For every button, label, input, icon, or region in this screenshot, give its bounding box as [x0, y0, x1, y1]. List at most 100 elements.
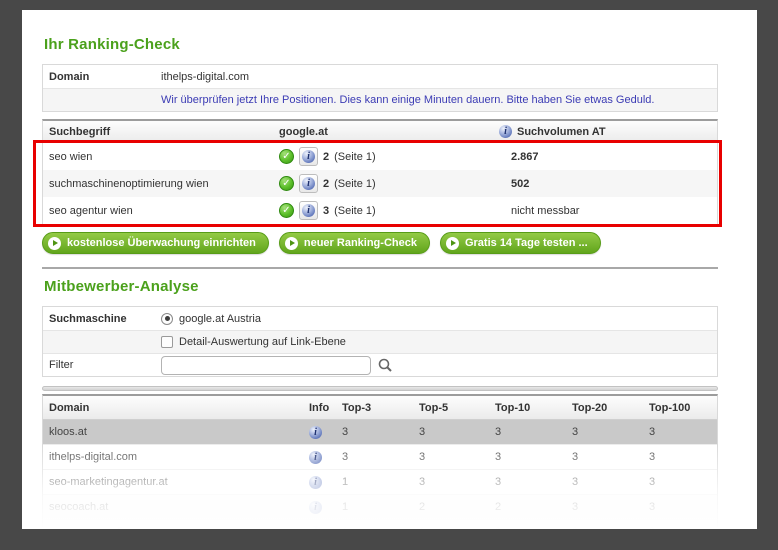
- ranking-rows: seo wien ✓ i 2 (Seite 1) 2.867 suchmasch…: [33, 140, 722, 227]
- position-page: (Seite 1): [334, 150, 376, 163]
- filter-input[interactable]: [161, 355, 371, 375]
- top3-cell: 3: [342, 426, 349, 438]
- info-icon[interactable]: i: [499, 125, 512, 138]
- status-message: Wir überprüfen jetzt Ihre Positionen. Di…: [161, 94, 655, 106]
- table-row: kloos.at i 3 3 3 3 3: [43, 420, 717, 445]
- header-suchvolumen: i Suchvolumen AT: [493, 125, 717, 138]
- top3-cell: 1: [342, 476, 349, 488]
- header-info: Info: [309, 401, 330, 414]
- header-top5: Top-5: [419, 401, 449, 414]
- top10-cell: 3: [495, 451, 502, 463]
- play-icon: [48, 236, 61, 250]
- horizontal-scrollbar[interactable]: [42, 386, 718, 391]
- table-row: suchmaschinenoptimierung wien ✓ i 2 (Sei…: [43, 170, 717, 197]
- info-icon[interactable]: i: [309, 475, 322, 489]
- search-engine-row: Suchmaschine google.at Austria: [43, 307, 717, 330]
- header-google-at: google.at: [279, 125, 328, 138]
- header-top20: Top-20: [572, 401, 608, 414]
- button-label: Gratis 14 Tage testen ...: [464, 237, 588, 249]
- top10-cell: 3: [495, 426, 502, 438]
- top3-cell: 1: [342, 501, 349, 513]
- play-icon: [284, 236, 298, 250]
- top20-cell: 3: [572, 476, 579, 488]
- detail-analysis-checkbox-label: Detail-Auswertung auf Link-Ebene: [179, 336, 346, 348]
- competitor-analysis-title: Mitbewerber-Analyse: [44, 278, 199, 295]
- ranking-check-title: Ihr Ranking-Check: [44, 36, 180, 53]
- header-top100: Top-100: [649, 401, 691, 414]
- main-panel: Ihr Ranking-Check Domain ithelps-digital…: [22, 10, 757, 529]
- position-cell: ✓ i 2 (Seite 1): [273, 147, 493, 166]
- info-button[interactable]: i: [299, 147, 318, 166]
- top5-cell: 3: [419, 476, 426, 488]
- top20-cell: 3: [572, 451, 579, 463]
- info-icon: i: [302, 150, 315, 163]
- top10-cell: 2: [495, 501, 502, 513]
- filter-label: Filter: [49, 359, 74, 371]
- detail-analysis-checkbox[interactable]: [161, 336, 173, 348]
- position-page: (Seite 1): [334, 177, 376, 190]
- top100-cell: 3: [649, 451, 656, 463]
- competitor-filter-form: Suchmaschine google.at Austria Detail-Au…: [42, 306, 718, 377]
- keyword-cell: suchmaschinenoptimierung wien: [49, 177, 209, 190]
- domain-cell: seo-marketingagentur.at: [49, 476, 168, 488]
- top3-cell: 1: [338, 526, 415, 529]
- free-trial-button[interactable]: Gratis 14 Tage testen ...: [439, 232, 601, 254]
- table-row: seo agentur wien ✓ i 3 (Seite 1) nicht m…: [43, 197, 717, 224]
- info-icon[interactable]: i: [309, 500, 322, 514]
- position-value: 2: [323, 177, 330, 190]
- header-top3: Top-3: [342, 401, 372, 414]
- domain-value: ithelps-digital.com: [161, 70, 250, 83]
- top100-cell: 3: [649, 476, 656, 488]
- page-background: { "colors": { "accent_green": "#4ba11c",…: [0, 0, 778, 550]
- info-button[interactable]: i: [299, 174, 318, 193]
- domain-cell: seocoach.at: [49, 501, 109, 513]
- volume-cell: 502: [511, 177, 530, 190]
- top3-cell: 3: [342, 451, 349, 463]
- top100-cell: 3: [645, 526, 717, 529]
- keyword-cell: seo agentur wien: [49, 204, 133, 217]
- play-icon: [445, 236, 459, 250]
- domain-row: Domain ithelps-digital.com: [43, 65, 717, 88]
- position-cell: ✓ i 3 (Seite 1): [273, 201, 493, 220]
- ranking-table-header: Suchbegriff google.at i Suchvolumen AT: [43, 121, 717, 143]
- table-row: evergreenmedia.at i 1 1 3 3 3: [43, 520, 717, 529]
- info-icon[interactable]: i: [309, 425, 322, 439]
- monitoring-setup-button[interactable]: kostenlose Überwachung einrichten: [42, 232, 269, 254]
- info-icon[interactable]: i: [309, 525, 322, 529]
- top20-cell: 3: [572, 426, 579, 438]
- domain-cell: kloos.at: [49, 426, 87, 438]
- top20-cell: 3: [572, 501, 579, 513]
- volume-cell: nicht messbar: [511, 204, 580, 217]
- position-page: (Seite 1): [334, 204, 376, 217]
- top10-cell: 3: [495, 476, 502, 488]
- volume-cell: 2.867: [511, 150, 539, 163]
- table-row: ithelps-digital.com i 3 3 3 3 3: [43, 445, 717, 470]
- table-row: seo-marketingagentur.at i 1 3 3 3 3: [43, 470, 717, 495]
- info-icon: i: [302, 177, 315, 190]
- header-suchvolumen-label: Suchvolumen AT: [517, 125, 606, 138]
- search-icon[interactable]: [377, 357, 393, 373]
- google-at-radio-label: google.at Austria: [179, 312, 261, 325]
- section-divider: [42, 267, 718, 269]
- top20-cell: 3: [568, 526, 645, 529]
- position-value: 3: [323, 204, 330, 217]
- info-icon[interactable]: i: [309, 450, 322, 464]
- filter-row: Filter: [43, 353, 717, 376]
- button-label: kostenlose Überwachung einrichten: [67, 237, 256, 249]
- new-ranking-check-button[interactable]: neuer Ranking-Check: [278, 232, 430, 254]
- table-row: seocoach.at i 1 2 2 3 3: [43, 495, 717, 520]
- google-at-radio[interactable]: [161, 312, 173, 325]
- button-label: neuer Ranking-Check: [303, 237, 417, 249]
- top5-cell: 2: [419, 501, 426, 513]
- check-icon: ✓: [279, 149, 294, 164]
- detail-option-row: Detail-Auswertung auf Link-Ebene: [43, 330, 717, 353]
- domain-cell: ithelps-digital.com: [49, 451, 138, 463]
- info-button[interactable]: i: [299, 201, 318, 220]
- check-icon: ✓: [279, 176, 294, 191]
- competitor-table: Domain Info Top-3 Top-5 Top-10 Top-20 To…: [42, 394, 718, 529]
- top5-cell: 1: [415, 526, 491, 529]
- info-icon: i: [302, 204, 315, 217]
- top100-cell: 3: [649, 426, 656, 438]
- domain-label: Domain: [49, 70, 90, 83]
- action-buttons: kostenlose Überwachung einrichten neuer …: [42, 232, 740, 254]
